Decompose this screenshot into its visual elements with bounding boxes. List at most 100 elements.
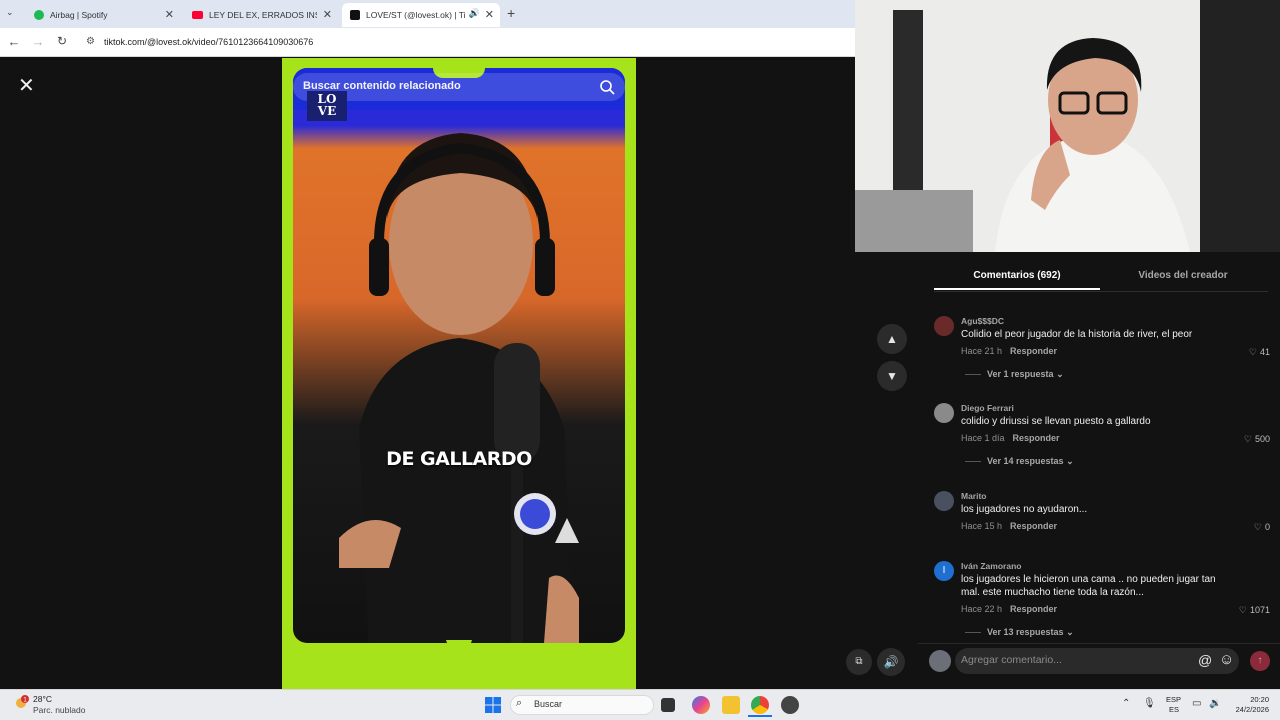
tab-audio-icon[interactable]: 🔊 bbox=[469, 8, 480, 19]
spotify-icon bbox=[34, 10, 44, 20]
comment-item: Marito los jugadores no ayudaron... Hace… bbox=[934, 491, 1270, 533]
view-replies-label: Ver 1 respuesta bbox=[987, 369, 1054, 379]
next-video-button[interactable]: ▼ bbox=[877, 361, 907, 391]
tab-comments[interactable]: Comentarios (692) bbox=[934, 270, 1100, 281]
avatar[interactable]: I bbox=[934, 561, 954, 581]
comment-meta: Hace 1 día Responder bbox=[961, 433, 1060, 443]
comment-username[interactable]: Marito bbox=[961, 491, 987, 501]
browser-tab-bar: ⌄ Airbag | Spotify ✕ LEY DEL EX, ERRADOS… bbox=[0, 0, 855, 28]
volume-icon[interactable]: 🔉 bbox=[1209, 698, 1221, 709]
webcam-person bbox=[855, 0, 1280, 252]
close-tab-icon[interactable]: ✕ bbox=[485, 8, 494, 21]
comment-time: Hace 21 h bbox=[961, 346, 1003, 356]
volume-icon: 🔊 bbox=[883, 655, 899, 669]
like-button[interactable]: ♡ 0 bbox=[1254, 522, 1270, 533]
like-button[interactable]: ♡ 41 bbox=[1249, 347, 1270, 358]
chevron-down-icon: ▼ bbox=[886, 369, 898, 383]
view-replies-button[interactable]: Ver 1 respuesta ⌄ bbox=[965, 369, 1064, 380]
reply-button[interactable]: Responder bbox=[1010, 521, 1057, 531]
video-player[interactable] bbox=[282, 58, 636, 689]
address-bar: ← → ↻ ⚙ tiktok.com/@lovest.ok/video/7610… bbox=[0, 28, 855, 57]
emoji-icon[interactable]: ☺ bbox=[1219, 651, 1234, 668]
weather-temperature[interactable]: 28°C bbox=[33, 694, 52, 704]
tab-title: Airbag | Spotify bbox=[50, 10, 108, 20]
youtube-icon bbox=[192, 11, 203, 19]
divider bbox=[965, 632, 981, 634]
pip-button[interactable]: ⧉ bbox=[846, 649, 872, 675]
comment-meta: Hace 15 h Responder bbox=[961, 521, 1057, 531]
taskbar-search-label: Buscar bbox=[534, 699, 563, 709]
chevron-up-icon[interactable]: ⌃ bbox=[1122, 698, 1130, 709]
heart-icon: ♡ bbox=[1243, 434, 1252, 444]
reply-button[interactable]: Responder bbox=[1013, 433, 1060, 443]
comment-time: Hace 15 h bbox=[961, 521, 1003, 531]
close-tab-icon[interactable]: ✕ bbox=[165, 8, 174, 21]
reload-icon[interactable]: ↻ bbox=[54, 34, 70, 48]
tab-search-chevron-icon[interactable]: ⌄ bbox=[6, 7, 14, 18]
avatar[interactable] bbox=[929, 650, 951, 672]
weather-icon[interactable]: 1 bbox=[14, 695, 30, 711]
tab-title: LOVE/ST (@lovest.ok) | TikTok bbox=[366, 10, 466, 20]
avatar[interactable] bbox=[934, 316, 954, 336]
tab-youtube[interactable]: LEY DEL EX, ERRADOS INSÓLITOS ✕ bbox=[184, 3, 338, 27]
url-field[interactable]: tiktok.com/@lovest.ok/video/761012366410… bbox=[104, 37, 313, 47]
forward-icon[interactable]: → bbox=[30, 34, 46, 49]
active-tab-indicator bbox=[934, 288, 1100, 290]
site-info-icon[interactable]: ⚙ bbox=[86, 36, 95, 47]
file-explorer-icon[interactable] bbox=[722, 696, 740, 714]
volume-button[interactable]: 🔊 bbox=[877, 648, 905, 676]
like-button[interactable]: ♡ 1071 bbox=[1239, 605, 1270, 616]
webcam-overlay bbox=[855, 0, 1280, 252]
comment-meta: Hace 21 h Responder bbox=[961, 346, 1057, 356]
avatar[interactable] bbox=[934, 403, 954, 423]
comment-username[interactable]: Iván Zamorano bbox=[961, 561, 1021, 571]
chevron-up-icon: ▲ bbox=[886, 332, 898, 346]
like-count: 41 bbox=[1259, 347, 1270, 357]
pip-icon: ⧉ bbox=[855, 656, 863, 667]
like-count: 500 bbox=[1254, 434, 1270, 444]
weather-description[interactable]: Parc. nublado bbox=[33, 705, 85, 715]
like-count: 0 bbox=[1264, 522, 1270, 532]
reply-button[interactable]: Responder bbox=[1010, 604, 1057, 614]
tab-tiktok[interactable]: LOVE/ST (@lovest.ok) | TikTok 🔊 ✕ bbox=[342, 3, 500, 27]
close-icon[interactable]: ✕ bbox=[18, 76, 36, 96]
network-icon[interactable]: ▭ bbox=[1192, 698, 1201, 709]
logo-line: VE bbox=[317, 104, 337, 118]
new-tab-button[interactable]: + bbox=[507, 5, 515, 21]
reply-button[interactable]: Responder bbox=[1010, 346, 1057, 356]
clock-time[interactable]: 20:20 bbox=[1245, 695, 1269, 704]
arrow-up-icon: ↑ bbox=[1257, 655, 1263, 666]
comment-username[interactable]: Diego Ferrari bbox=[961, 403, 1014, 413]
keyboard-layout[interactable]: ES bbox=[1169, 705, 1179, 714]
previous-video-button[interactable]: ▲ bbox=[877, 324, 907, 354]
send-button[interactable]: ↑ bbox=[1250, 651, 1270, 671]
like-button[interactable]: ♡ 500 bbox=[1244, 434, 1270, 445]
app-icon[interactable] bbox=[781, 696, 799, 714]
clock-date[interactable]: 24/2/2026 bbox=[1229, 705, 1269, 714]
comment-input[interactable]: Agregar comentario... bbox=[955, 648, 1239, 674]
windows-start-icon[interactable] bbox=[484, 696, 502, 714]
view-replies-button[interactable]: Ver 13 respuestas ⌄ bbox=[965, 627, 1074, 638]
task-view-icon[interactable] bbox=[661, 698, 675, 712]
copilot-icon[interactable] bbox=[692, 696, 710, 714]
view-replies-button[interactable]: Ver 14 respuestas ⌄ bbox=[965, 456, 1074, 467]
avatar[interactable] bbox=[934, 491, 954, 511]
tab-spotify[interactable]: Airbag | Spotify ✕ bbox=[26, 3, 180, 27]
comment-text: Colidio el peor jugador de la historia d… bbox=[961, 329, 1193, 340]
comment-item: I Iván Zamorano los jugadores le hiciero… bbox=[934, 561, 1270, 643]
tab-creator-videos[interactable]: Videos del creador bbox=[1100, 270, 1266, 281]
comment-item: Agu$$$DC Colidio el peor jugador de la h… bbox=[934, 316, 1270, 386]
heart-icon: ♡ bbox=[1253, 522, 1262, 532]
back-icon[interactable]: ← bbox=[6, 34, 22, 49]
heart-icon: ♡ bbox=[1248, 347, 1257, 357]
comment-item: Diego Ferrari colidio y driussi se lleva… bbox=[934, 403, 1270, 473]
taskbar-search[interactable] bbox=[510, 695, 654, 715]
language-indicator[interactable]: ESP bbox=[1166, 695, 1181, 704]
close-tab-icon[interactable]: ✕ bbox=[323, 8, 332, 21]
comment-username[interactable]: Agu$$$DC bbox=[961, 316, 1004, 326]
search-icon[interactable] bbox=[598, 78, 616, 96]
active-app-indicator bbox=[748, 715, 772, 717]
microphone-icon[interactable]: 🎙 bbox=[1143, 698, 1156, 709]
mention-icon[interactable]: @ bbox=[1198, 652, 1212, 668]
chrome-icon[interactable] bbox=[751, 696, 769, 714]
